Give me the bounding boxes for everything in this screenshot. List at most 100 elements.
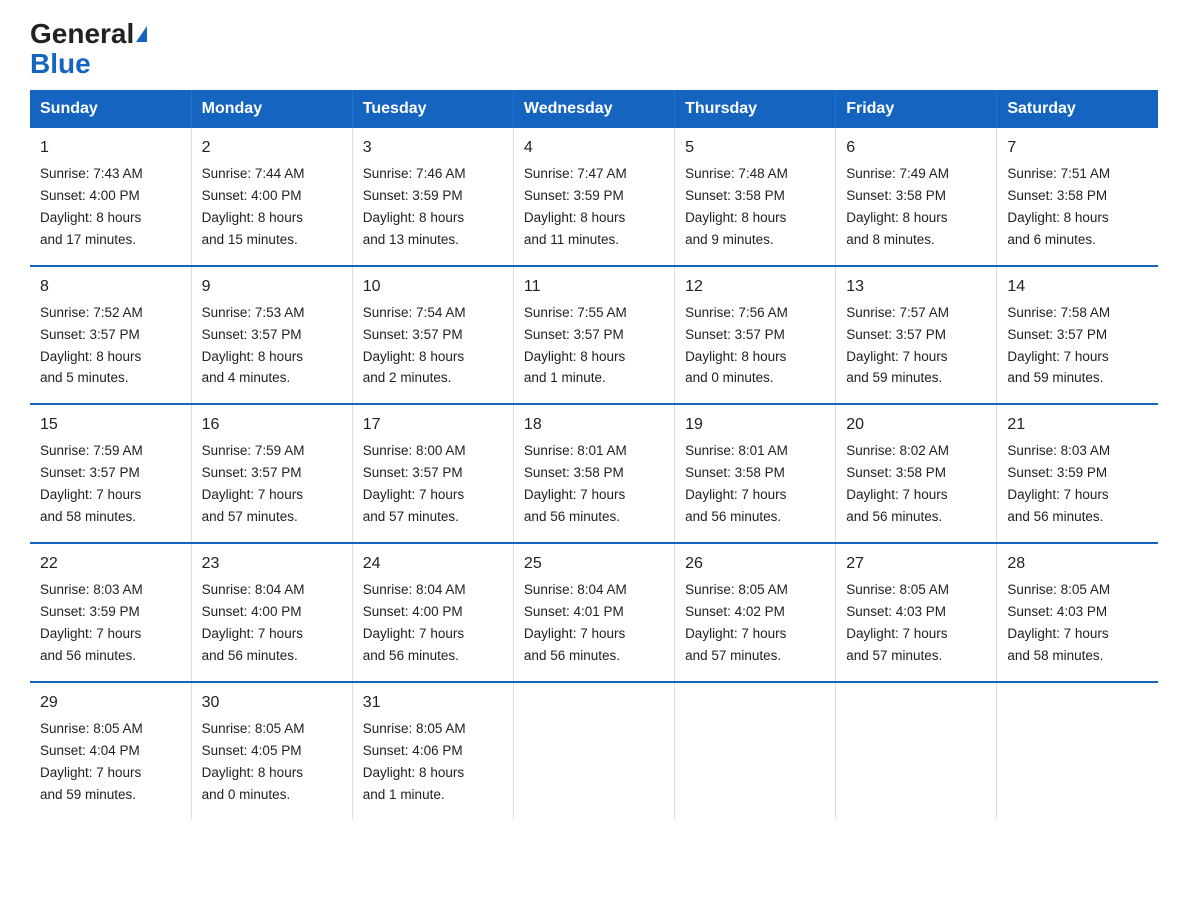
header: General Blue [30,20,1158,80]
day-number: 17 [363,413,503,437]
day-number: 2 [202,136,342,160]
day-info: Sunrise: 7:56 AMSunset: 3:57 PMDaylight:… [685,305,788,386]
day-number: 8 [40,275,181,299]
calendar-cell: 13 Sunrise: 7:57 AMSunset: 3:57 PMDayligh… [836,266,997,405]
calendar-cell: 4Sunrise: 7:47 AMSunset: 3:59 PMDaylight… [513,128,674,266]
calendar-cell: 9Sunrise: 7:53 AMSunset: 3:57 PMDaylight… [191,266,352,405]
week-row-1: 1 Sunrise: 7:43 AMSunset: 4:00 PMDaylight… [30,128,1158,266]
day-number: 18 [524,413,664,437]
weekday-header-saturday: Saturday [997,90,1158,128]
day-number: 16 [202,413,342,437]
calendar-cell: 30 Sunrise: 8:05 AMSunset: 4:05 PMDayligh… [191,682,352,820]
calendar-cell [675,682,836,820]
calendar-cell: 18 Sunrise: 8:01 AMSunset: 3:58 PMDayligh… [513,404,674,543]
calendar-cell: 6 Sunrise: 7:49 AMSunset: 3:58 PMDaylight… [836,128,997,266]
day-info: Sunrise: 7:57 AMSunset: 3:57 PMDaylight:… [846,305,949,386]
day-info: Sunrise: 7:43 AMSunset: 4:00 PMDaylight:… [40,166,143,247]
day-number: 24 [363,552,503,576]
week-row-3: 15Sunrise: 7:59 AMSunset: 3:57 PMDayligh… [30,404,1158,543]
weekday-header-sunday: Sunday [30,90,191,128]
day-number: 10 [363,275,503,299]
day-info: Sunrise: 7:44 AMSunset: 4:00 PMDaylight:… [202,166,305,247]
day-info: Sunrise: 7:54 AMSunset: 3:57 PMDaylight:… [363,305,466,386]
weekday-header-monday: Monday [191,90,352,128]
calendar-cell [836,682,997,820]
day-info: Sunrise: 8:05 AMSunset: 4:06 PMDaylight:… [363,721,466,802]
day-info: Sunrise: 8:04 AMSunset: 4:00 PMDaylight:… [363,582,466,663]
day-number: 21 [1007,413,1148,437]
weekday-header-wednesday: Wednesday [513,90,674,128]
day-number: 20 [846,413,986,437]
day-info: Sunrise: 8:03 AMSunset: 3:59 PMDaylight:… [40,582,143,663]
day-number: 5 [685,136,825,160]
calendar-cell: 17 Sunrise: 8:00 AMSunset: 3:57 PMDayligh… [352,404,513,543]
logo-triangle-icon [136,26,147,42]
day-number: 30 [202,691,342,715]
calendar-cell: 28 Sunrise: 8:05 AMSunset: 4:03 PMDayligh… [997,543,1158,682]
calendar-cell: 10 Sunrise: 7:54 AMSunset: 3:57 PMDayligh… [352,266,513,405]
day-info: Sunrise: 7:59 AMSunset: 3:57 PMDaylight:… [40,443,143,524]
calendar-cell: 19 Sunrise: 8:01 AMSunset: 3:58 PMDayligh… [675,404,836,543]
day-number: 6 [846,136,986,160]
calendar-cell [513,682,674,820]
day-info: Sunrise: 7:58 AMSunset: 3:57 PMDaylight:… [1007,305,1110,386]
day-number: 9 [202,275,342,299]
day-number: 1 [40,136,181,160]
day-number: 7 [1007,136,1148,160]
day-number: 3 [363,136,503,160]
calendar-cell: 24 Sunrise: 8:04 AMSunset: 4:00 PMDayligh… [352,543,513,682]
calendar-cell: 31Sunrise: 8:05 AMSunset: 4:06 PMDayligh… [352,682,513,820]
calendar-cell: 14Sunrise: 7:58 AMSunset: 3:57 PMDayligh… [997,266,1158,405]
day-info: Sunrise: 7:46 AMSunset: 3:59 PMDaylight:… [363,166,466,247]
weekday-header-friday: Friday [836,90,997,128]
day-info: Sunrise: 8:05 AMSunset: 4:02 PMDaylight:… [685,582,788,663]
calendar-cell: 11Sunrise: 7:55 AMSunset: 3:57 PMDayligh… [513,266,674,405]
logo-general: General [30,20,134,48]
day-info: Sunrise: 8:02 AMSunset: 3:58 PMDaylight:… [846,443,949,524]
calendar-cell: 16 Sunrise: 7:59 AMSunset: 3:57 PMDayligh… [191,404,352,543]
day-info: Sunrise: 8:04 AMSunset: 4:01 PMDaylight:… [524,582,627,663]
calendar-cell: 8Sunrise: 7:52 AMSunset: 3:57 PMDaylight… [30,266,191,405]
day-info: Sunrise: 8:05 AMSunset: 4:03 PMDaylight:… [846,582,949,663]
week-row-4: 22Sunrise: 8:03 AMSunset: 3:59 PMDayligh… [30,543,1158,682]
calendar-cell: 3 Sunrise: 7:46 AMSunset: 3:59 PMDaylight… [352,128,513,266]
day-info: Sunrise: 8:05 AMSunset: 4:05 PMDaylight:… [202,721,305,802]
calendar-cell: 25 Sunrise: 8:04 AMSunset: 4:01 PMDayligh… [513,543,674,682]
weekday-header-row: SundayMondayTuesdayWednesdayThursdayFrid… [30,90,1158,128]
calendar-table: SundayMondayTuesdayWednesdayThursdayFrid… [30,90,1158,819]
day-info: Sunrise: 8:05 AMSunset: 4:04 PMDaylight:… [40,721,143,802]
day-number: 27 [846,552,986,576]
day-number: 23 [202,552,342,576]
day-number: 4 [524,136,664,160]
logo: General Blue [30,20,147,80]
calendar-cell: 23 Sunrise: 8:04 AMSunset: 4:00 PMDayligh… [191,543,352,682]
day-info: Sunrise: 7:51 AMSunset: 3:58 PMDaylight:… [1007,166,1110,247]
week-row-5: 29 Sunrise: 8:05 AMSunset: 4:04 PMDayligh… [30,682,1158,820]
day-number: 19 [685,413,825,437]
day-info: Sunrise: 7:48 AMSunset: 3:58 PMDaylight:… [685,166,788,247]
day-number: 11 [524,275,664,299]
day-number: 12 [685,275,825,299]
day-number: 29 [40,691,181,715]
calendar-cell: 29 Sunrise: 8:05 AMSunset: 4:04 PMDayligh… [30,682,191,820]
logo-blue: Blue [30,48,91,80]
day-info: Sunrise: 8:00 AMSunset: 3:57 PMDaylight:… [363,443,466,524]
day-info: Sunrise: 7:49 AMSunset: 3:58 PMDaylight:… [846,166,949,247]
day-info: Sunrise: 8:04 AMSunset: 4:00 PMDaylight:… [202,582,305,663]
calendar-cell: 20 Sunrise: 8:02 AMSunset: 3:58 PMDayligh… [836,404,997,543]
day-number: 13 [846,275,986,299]
calendar-cell: 7 Sunrise: 7:51 AMSunset: 3:58 PMDaylight… [997,128,1158,266]
day-info: Sunrise: 7:59 AMSunset: 3:57 PMDaylight:… [202,443,305,524]
day-info: Sunrise: 8:03 AMSunset: 3:59 PMDaylight:… [1007,443,1110,524]
week-row-2: 8Sunrise: 7:52 AMSunset: 3:57 PMDaylight… [30,266,1158,405]
day-info: Sunrise: 8:05 AMSunset: 4:03 PMDaylight:… [1007,582,1110,663]
weekday-header-tuesday: Tuesday [352,90,513,128]
day-info: Sunrise: 8:01 AMSunset: 3:58 PMDaylight:… [685,443,788,524]
calendar-cell: 21 Sunrise: 8:03 AMSunset: 3:59 PMDayligh… [997,404,1158,543]
day-number: 25 [524,552,664,576]
calendar-cell: 15Sunrise: 7:59 AMSunset: 3:57 PMDayligh… [30,404,191,543]
day-info: Sunrise: 8:01 AMSunset: 3:58 PMDaylight:… [524,443,627,524]
calendar-cell: 1 Sunrise: 7:43 AMSunset: 4:00 PMDaylight… [30,128,191,266]
day-number: 28 [1007,552,1148,576]
day-number: 26 [685,552,825,576]
